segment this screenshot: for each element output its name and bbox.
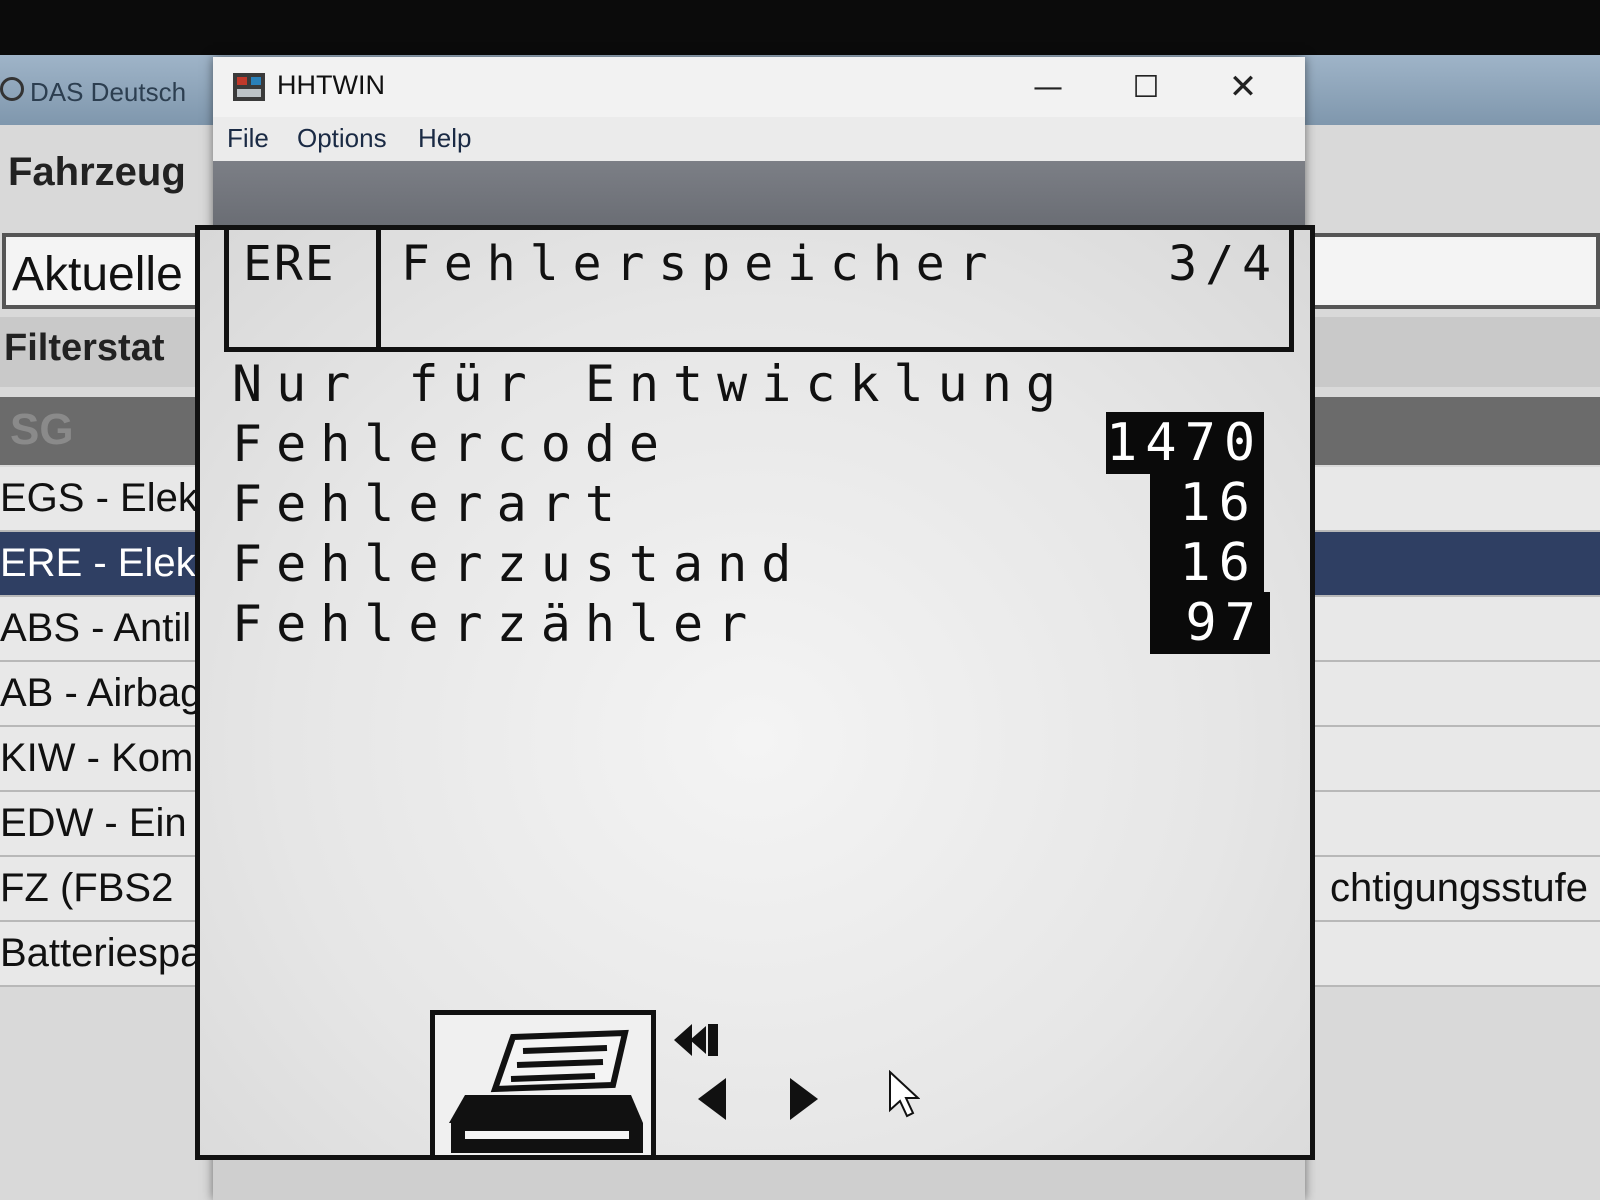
- minimize-button[interactable]: —: [1008, 63, 1088, 111]
- window-title: HHTWIN: [277, 70, 385, 100]
- background-right-text: chtigungsstufe: [1330, 866, 1588, 910]
- tester-display: ERE Fehlerspeicher 3/4 Nur für Entwicklu…: [195, 225, 1315, 1160]
- background-dropdown-value: Aktuelle: [12, 248, 183, 301]
- module-name: ERE: [243, 236, 336, 292]
- display-title: Fehlerspeicher: [401, 236, 1002, 292]
- menu-options[interactable]: Options: [297, 123, 387, 154]
- fault-type-label: Fehlerart: [232, 475, 629, 533]
- das-logo-icon: [0, 77, 24, 101]
- first-page-icon[interactable]: [670, 1020, 722, 1060]
- fault-state-label: Fehlerzustand: [232, 535, 806, 593]
- display-subtitle: Nur für Entwicklung: [232, 355, 1070, 413]
- next-page-icon[interactable]: [786, 1076, 820, 1122]
- fault-code-value: 1470: [1106, 412, 1264, 474]
- menu-file[interactable]: File: [227, 123, 269, 154]
- fault-counter-label: Fehlerzähler: [232, 595, 762, 653]
- print-button[interactable]: [430, 1010, 656, 1155]
- fault-counter-value: 97: [1150, 592, 1270, 654]
- menu-bar: File Options Help: [213, 117, 1305, 161]
- printer-icon: [449, 1029, 643, 1153]
- maximize-button[interactable]: ☐: [1106, 63, 1186, 111]
- background-list-header-label: SG: [10, 405, 74, 454]
- hhtwin-window: HHTWIN — ☐ ✕ File Options Help ERE Fehle…: [195, 57, 1315, 1200]
- display-header: ERE Fehlerspeicher 3/4: [224, 230, 1294, 352]
- toolbar-strip: [213, 161, 1305, 226]
- fault-type-value: 16: [1150, 472, 1264, 534]
- close-button[interactable]: ✕: [1203, 63, 1283, 111]
- background-app-title: DAS Deutsch: [30, 77, 187, 107]
- fault-code-label: Fehlercode: [232, 415, 674, 473]
- mouse-cursor-icon: [889, 1070, 920, 1118]
- background-heading: Fahrzeug: [8, 150, 186, 194]
- previous-page-icon[interactable]: [696, 1076, 730, 1122]
- fault-state-value: 16: [1150, 532, 1264, 594]
- page-indicator: 3/4: [1168, 236, 1279, 292]
- background-filter-label: Filterstat: [4, 327, 165, 369]
- hhtwin-app-icon: [233, 73, 265, 101]
- window-titlebar[interactable]: HHTWIN — ☐ ✕: [213, 57, 1305, 117]
- module-box: ERE: [229, 230, 381, 347]
- menu-help[interactable]: Help: [418, 123, 471, 154]
